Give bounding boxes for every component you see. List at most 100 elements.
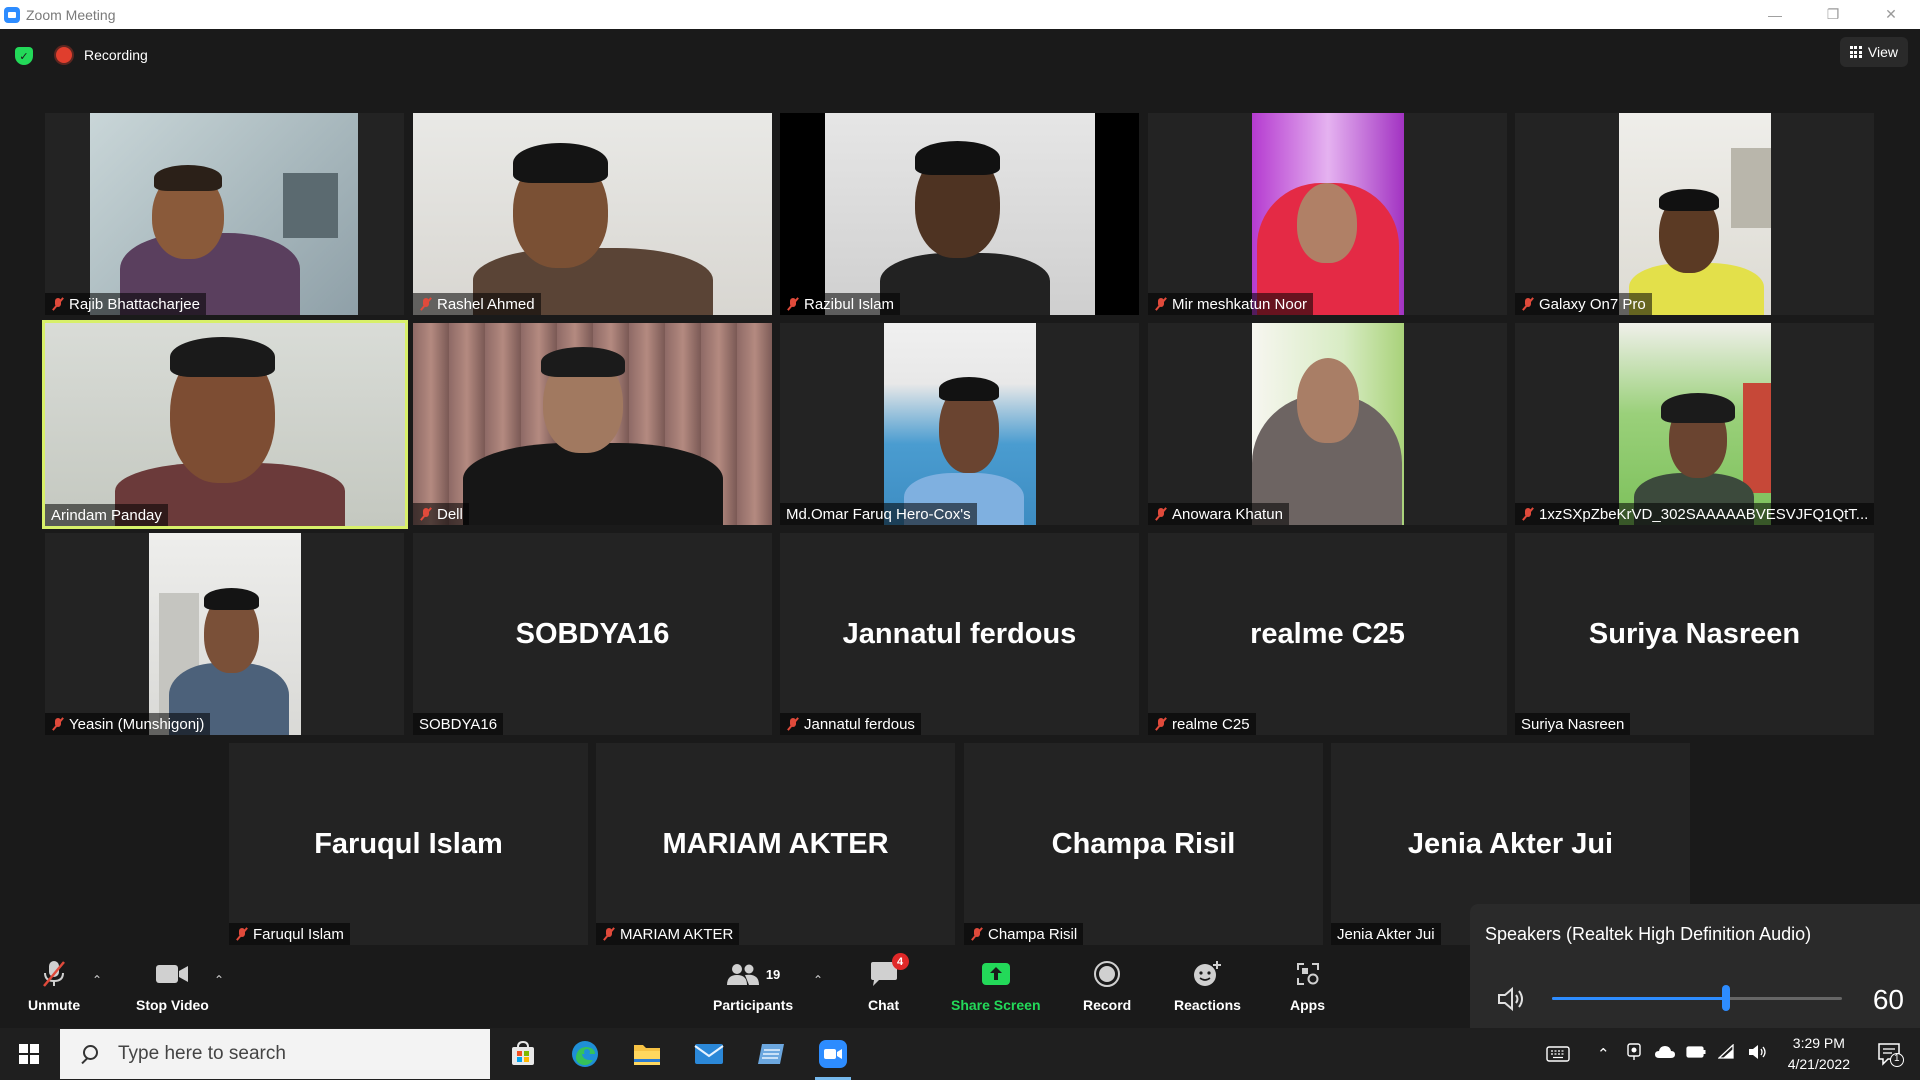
participants-icon: 19 [726,959,780,989]
muted-mic-icon [1521,507,1535,521]
participant-name: Razibul Islam [804,295,895,313]
participant-tile[interactable]: realme C25 realme C25 [1148,533,1507,735]
participant-tile[interactable]: Rashel Ahmed [413,113,772,315]
participant-name-placeholder: Suriya Nasreen [1588,617,1801,650]
clock-date: 4/21/2022 [1787,1056,1850,1072]
participant-tile[interactable]: Faruqul Islam Faruqul Islam [229,743,588,945]
record-button[interactable]: Record [1083,959,1131,1013]
participant-tile[interactable]: MARIAM AKTER MARIAM AKTER [596,743,955,945]
muted-mic-icon [1154,507,1168,521]
volume-slider[interactable] [1552,985,1842,1011]
restore-button[interactable]: ❐ [1804,0,1862,29]
microsoft-store-icon[interactable] [505,1036,541,1072]
muted-mic-icon [41,959,67,989]
apps-button[interactable]: Apps [1290,959,1325,1013]
participant-nametag: Md.Omar Faruq Hero-Cox's [780,503,977,525]
participants-count: 19 [765,966,781,982]
view-button[interactable]: View [1839,37,1908,67]
participant-name-placeholder: realme C25 [1250,617,1405,650]
minimize-button[interactable]: — [1746,0,1804,29]
participant-nametag: Faruqul Islam [229,923,350,945]
muted-mic-icon [51,717,65,731]
edge-browser-icon[interactable] [567,1036,603,1072]
video-options-chevron-icon[interactable]: ⌃ [214,973,224,987]
chat-button[interactable]: 4 Chat [868,953,909,1013]
participants-chevron-icon[interactable]: ⌃ [813,973,823,987]
muted-mic-icon [970,927,984,941]
notification-center-icon[interactable]: 1 [1876,1040,1904,1068]
view-label: View [1867,44,1898,60]
webcam-icon[interactable] [1626,1042,1642,1066]
zoom-taskbar-icon[interactable] [815,1036,851,1080]
mail-icon[interactable] [691,1036,727,1072]
taskbar-clock[interactable]: 3:29 PM 4/21/2022 [1788,1033,1850,1075]
participant-nametag: Dell [413,503,469,525]
share-screen-icon [981,959,1011,989]
participant-name: Arindam Panday [51,506,162,524]
participant-video [413,113,772,315]
battery-icon[interactable] [1685,1045,1706,1063]
keyboard-icon[interactable] [1543,1046,1573,1062]
reactions-button[interactable]: Reactions [1174,959,1241,1013]
security-shield-icon[interactable]: ✓ [15,47,33,65]
stop-video-button[interactable]: Stop Video [136,959,209,1013]
speaker-volume-popup: Speakers (Realtek High Definition Audio)… [1470,904,1920,1030]
participant-name: SOBDYA16 [419,715,498,733]
unmute-button[interactable]: Unmute [28,959,80,1013]
file-explorer-icon[interactable] [629,1036,665,1072]
recording-label[interactable]: Recording [84,47,148,63]
share-screen-button[interactable]: Share Screen [951,959,1041,1013]
volume-icon[interactable] [1748,1044,1768,1065]
participant-tile[interactable]: SOBDYA16 SOBDYA16 [413,533,772,735]
close-button[interactable]: ✕ [1862,0,1920,29]
participant-tile[interactable]: Dell [413,323,772,525]
participant-nametag: Jannatul ferdous [780,713,921,735]
participant-tile[interactable]: Champa Risil Champa Risil [964,743,1323,945]
participant-name: Suriya Nasreen [1521,715,1625,733]
search-placeholder: Type here to search [118,1043,286,1064]
onedrive-cloud-icon[interactable] [1654,1045,1676,1064]
recording-icon[interactable] [56,47,72,63]
participant-nametag: Galaxy On7 Pro [1515,293,1652,315]
participant-nametag: Arindam Panday [45,504,168,526]
participants-button[interactable]: 19 Participants [713,959,793,1013]
muted-mic-icon [602,927,616,941]
participant-tile[interactable]: Yeasin (Munshigonj) [45,533,404,735]
participant-nametag: Yeasin (Munshigonj) [45,713,211,735]
participant-nametag: Rashel Ahmed [413,293,541,315]
participant-name: Champa Risil [988,925,1078,943]
taskbar-search[interactable]: Type here to search [60,1029,490,1079]
apps-icon [1295,959,1321,989]
participant-tile[interactable]: Md.Omar Faruq Hero-Cox's [780,323,1139,525]
start-button[interactable] [0,1028,58,1080]
participant-name-placeholder: Champa Risil [1051,827,1236,860]
clock-time: 3:29 PM [1792,1035,1845,1051]
show-hidden-icons-chevron-icon[interactable]: ⌃ [1597,1045,1610,1063]
participant-nametag: Suriya Nasreen [1515,713,1631,735]
wifi-icon[interactable] [1716,1043,1736,1065]
speaker-volume-icon[interactable] [1496,984,1526,1014]
participant-tile-active-speaker[interactable]: Arindam Panday [42,320,408,529]
volume-slider-thumb[interactable] [1722,985,1730,1011]
unmute-label: Unmute [28,997,81,1013]
muted-mic-icon [1154,717,1168,731]
participant-tile[interactable]: Galaxy On7 Pro [1515,113,1874,315]
participant-tile[interactable]: Anowara Khatun [1148,323,1507,525]
participant-name: Mir meshkatun Noor [1172,295,1308,313]
participant-tile[interactable]: Mir meshkatun Noor [1148,113,1507,315]
participant-tile[interactable]: Suriya Nasreen Suriya Nasreen [1515,533,1874,735]
participant-tile[interactable]: Jannatul ferdous Jannatul ferdous [780,533,1139,735]
notepad-app-icon[interactable] [753,1036,789,1072]
participant-nametag: Jenia Akter Jui [1331,923,1441,945]
participant-name: Galaxy On7 Pro [1539,295,1646,313]
participant-nametag: 1xzSXpZbeKrVD_302SAAAAABVESVJFQ1QtT... [1515,503,1874,525]
participant-tile[interactable]: Razibul Islam [780,113,1139,315]
participant-tile[interactable]: 1xzSXpZbeKrVD_302SAAAAABVESVJFQ1QtT... [1515,323,1874,525]
participant-video [149,533,301,735]
speaker-device-name: Speakers (Realtek High Definition Audio) [1485,924,1812,944]
chat-icon: 4 [869,953,909,989]
record-label: Record [1083,997,1132,1013]
participant-tile[interactable]: Rajib Bhattacharjee [45,113,404,315]
audio-options-chevron-icon[interactable]: ⌃ [92,973,102,987]
meeting-topbar: ✓ Recording View [0,29,1920,79]
